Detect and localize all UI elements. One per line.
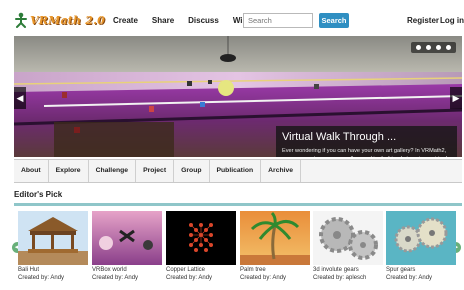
pick-card[interactable]: Copper Lattice Created by: Andy — [166, 211, 236, 285]
card-author: Created by: Andy — [92, 275, 139, 281]
card-thumbnail[interactable] — [313, 211, 383, 265]
nav-create[interactable]: Create — [113, 16, 138, 25]
tab-archive[interactable]: Archive — [261, 160, 302, 182]
chevron-left-icon: ◀ — [16, 93, 24, 103]
slide-dot[interactable] — [446, 45, 451, 50]
chevron-right-icon: ▶ — [452, 93, 460, 103]
pick-card[interactable]: VRBox world Created by: Andy — [92, 211, 162, 285]
login-link[interactable]: Log in — [440, 16, 464, 25]
card-title[interactable]: Copper Lattice — [166, 267, 236, 274]
tab-about[interactable]: About — [14, 160, 49, 182]
card-author: Created by: Andy — [18, 275, 65, 281]
slide-dot[interactable] — [426, 45, 431, 50]
tab-project[interactable]: Project — [136, 160, 175, 182]
search-input[interactable] — [243, 13, 313, 28]
card-thumbnail[interactable] — [240, 211, 310, 265]
search-button[interactable]: Search — [319, 13, 349, 28]
tab-challenge[interactable]: Challenge — [89, 160, 137, 182]
card-title[interactable]: VRBox world — [92, 267, 162, 274]
card-thumbnail[interactable] — [166, 211, 236, 265]
slide-dot[interactable] — [436, 45, 441, 50]
hero-title: Virtual Walk Through ... — [282, 131, 397, 143]
card-author: Created by: Andy — [386, 275, 433, 281]
hero-description: Ever wondering if you can have your own … — [282, 148, 447, 157]
card-title[interactable]: 3d involute gears — [313, 267, 383, 274]
card-author: Created by: Andy — [240, 275, 287, 281]
next-slide-button[interactable]: ▶ — [450, 87, 462, 109]
card-title[interactable]: Palm tree — [240, 267, 310, 274]
card-author: Created by: aplesch — [313, 275, 367, 281]
pick-card[interactable]: Spur gears Created by: Andy — [386, 211, 456, 285]
tab-publication[interactable]: Publication — [210, 160, 262, 182]
card-author: Created by: Andy — [166, 275, 213, 281]
slide-dot[interactable] — [416, 45, 421, 50]
section-tabs: About Explore Challenge Project Group Pu… — [14, 159, 462, 183]
editors-pick-title: Editor's Pick — [14, 190, 63, 199]
tab-explore[interactable]: Explore — [49, 160, 89, 182]
slide-indicators — [411, 42, 456, 53]
card-thumbnail[interactable] — [18, 211, 88, 265]
register-link[interactable]: Register — [407, 16, 439, 25]
logo-text: VRMath 2.0 — [30, 13, 106, 27]
hero-slider[interactable]: ◀ ▶ Virtual Walk Through ... Ever wonder… — [14, 36, 462, 157]
card-thumbnail[interactable] — [92, 211, 162, 265]
logo-figure-icon — [15, 12, 27, 28]
tab-group[interactable]: Group — [174, 160, 210, 182]
nav-discuss[interactable]: Discuss — [188, 16, 219, 25]
prev-slide-button[interactable]: ◀ — [14, 87, 26, 109]
card-thumbnail[interactable] — [386, 211, 456, 265]
hero-caption[interactable]: Virtual Walk Through ... Ever wondering … — [276, 126, 457, 157]
nav-share[interactable]: Share — [152, 16, 174, 25]
pick-card[interactable]: Bali Hut Created by: Andy — [18, 211, 88, 285]
pick-card[interactable]: 3d involute gears Created by: aplesch — [313, 211, 383, 285]
card-title[interactable]: Spur gears — [386, 267, 456, 274]
pick-card[interactable]: Palm tree Created by: Andy — [240, 211, 310, 285]
card-title[interactable]: Bali Hut — [18, 267, 88, 274]
top-header: VRMath 2.0 Create Share Discuss Wiki Sea… — [0, 0, 464, 36]
main-nav: Create Share Discuss Wiki — [113, 16, 263, 25]
logo[interactable]: VRMath 2.0 — [14, 12, 105, 28]
